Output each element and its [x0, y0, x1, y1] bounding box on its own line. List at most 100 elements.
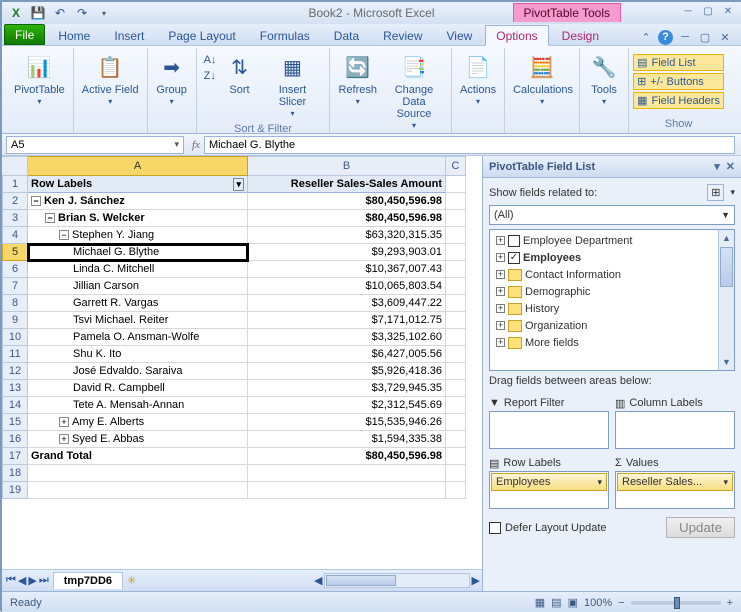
row-header[interactable]: 4 — [2, 227, 28, 244]
cell[interactable] — [446, 397, 466, 414]
pane-close-icon[interactable]: ✕ — [726, 160, 735, 173]
sort-az-button[interactable]: A↓ — [201, 53, 220, 67]
expand-icon[interactable]: + — [496, 321, 505, 330]
tab-review[interactable]: Review — [372, 25, 433, 45]
expand-icon[interactable]: + — [496, 304, 505, 313]
help-icon[interactable]: ? — [658, 30, 673, 45]
cell[interactable] — [446, 414, 466, 431]
area-values[interactable]: Reseller Sales...▾ — [615, 471, 735, 509]
cell[interactable] — [446, 346, 466, 363]
cell[interactable]: −Ken J. Sánchez — [28, 193, 248, 210]
tab-insert[interactable]: Insert — [103, 25, 155, 45]
cell[interactable]: −Stephen Y. Jiang — [28, 227, 248, 244]
cell[interactable]: Grand Total — [28, 448, 248, 465]
row-header[interactable]: 7 — [2, 278, 28, 295]
cell[interactable]: $63,320,315.35 — [248, 227, 446, 244]
tab-design[interactable]: Design — [551, 25, 610, 45]
fx-icon[interactable]: fx — [192, 139, 200, 151]
cell[interactable] — [446, 210, 466, 227]
field-item[interactable]: +Contact Information — [492, 266, 732, 283]
cell[interactable] — [446, 244, 466, 261]
new-sheet-icon[interactable]: ✳ — [127, 574, 136, 587]
cell[interactable] — [446, 482, 466, 499]
cell[interactable]: Michael G. Blythe — [28, 244, 248, 261]
field-checkbox[interactable] — [508, 235, 520, 247]
value-pill-reseller-sales[interactable]: Reseller Sales...▾ — [617, 473, 733, 491]
workbook-restore-icon[interactable]: ▢ — [697, 29, 713, 45]
view-normal-icon[interactable]: ▦ — [535, 596, 545, 609]
restore-button[interactable]: ▢ — [699, 4, 717, 18]
view-layout-icon[interactable]: ▤ — [551, 596, 561, 609]
area-report-filter[interactable] — [489, 411, 609, 449]
cell[interactable] — [446, 448, 466, 465]
refresh-button[interactable]: 🔄Refresh▾ — [334, 50, 381, 110]
cell[interactable]: $2,312,545.69 — [248, 397, 446, 414]
cell[interactable] — [446, 193, 466, 210]
row-header[interactable]: 17 — [2, 448, 28, 465]
expand-icon[interactable]: + — [59, 417, 69, 427]
field-item[interactable]: +Organization — [492, 317, 732, 334]
cell[interactable]: $80,450,596.98 — [248, 193, 446, 210]
sort-button[interactable]: ⇅Sort — [219, 50, 259, 98]
cell[interactable] — [446, 329, 466, 346]
tab-formulas[interactable]: Formulas — [249, 25, 321, 45]
field-checkbox[interactable]: ✓ — [508, 252, 520, 264]
save-button[interactable]: 💾 — [28, 4, 48, 22]
row-header[interactable]: 2 — [2, 193, 28, 210]
row-header[interactable]: 16 — [2, 431, 28, 448]
cell[interactable]: $10,367,007.43 — [248, 261, 446, 278]
cell[interactable]: Row Labels▾ — [28, 176, 248, 193]
cell[interactable]: $80,450,596.98 — [248, 210, 446, 227]
last-sheet-icon[interactable]: ⏭ — [39, 574, 49, 587]
cell[interactable] — [446, 312, 466, 329]
minimize-button[interactable]: ─ — [679, 4, 697, 18]
cell[interactable] — [446, 363, 466, 380]
cell[interactable]: $80,450,596.98 — [248, 448, 446, 465]
expand-icon[interactable]: + — [496, 287, 505, 296]
row-header[interactable]: 8 — [2, 295, 28, 312]
cell[interactable]: −Brian S. Welcker — [28, 210, 248, 227]
row-header[interactable]: 10 — [2, 329, 28, 346]
expand-icon[interactable]: − — [45, 213, 55, 223]
row-header[interactable]: 15 — [2, 414, 28, 431]
close-button[interactable]: ✕ — [719, 4, 737, 18]
tab-view[interactable]: View — [436, 25, 484, 45]
cell[interactable] — [446, 380, 466, 397]
active-field-button[interactable]: 📋Active Field▾ — [78, 50, 143, 110]
update-button[interactable]: Update — [666, 517, 735, 538]
cell[interactable] — [248, 465, 446, 482]
row-header[interactable]: 3 — [2, 210, 28, 227]
row-pill-employees[interactable]: Employees▾ — [491, 473, 607, 491]
field-item[interactable]: +History — [492, 300, 732, 317]
tab-file[interactable]: File — [4, 24, 45, 45]
defer-checkbox[interactable] — [489, 522, 501, 534]
sort-za-button[interactable]: Z↓ — [201, 69, 220, 83]
name-box[interactable]: A5▾ — [6, 136, 184, 154]
field-item[interactable]: +✓Employees — [492, 249, 732, 266]
first-sheet-icon[interactable]: ⏮ — [6, 574, 16, 587]
row-header[interactable]: 11 — [2, 346, 28, 363]
row-header[interactable]: 14 — [2, 397, 28, 414]
change-data-source-button[interactable]: 📑Change Data Source▾ — [381, 50, 447, 134]
chevron-down-icon[interactable]: ▾ — [174, 139, 179, 150]
cell[interactable]: $1,594,335.38 — [248, 431, 446, 448]
expand-icon[interactable]: + — [496, 338, 505, 347]
tools-button[interactable]: 🔧Tools▾ — [584, 50, 624, 110]
cell[interactable] — [248, 482, 446, 499]
workbook-close-icon[interactable]: ✕ — [717, 29, 733, 45]
insert-slicer-button[interactable]: ▦Insert Slicer▾ — [259, 50, 325, 122]
excel-icon[interactable]: X — [6, 4, 26, 22]
tab-options[interactable]: Options — [485, 25, 548, 46]
workbook-minimize-icon[interactable]: ─ — [677, 29, 693, 45]
cell[interactable]: $5,926,418.36 — [248, 363, 446, 380]
expand-icon[interactable]: + — [496, 253, 505, 262]
row-header[interactable]: 12 — [2, 363, 28, 380]
calculations-button[interactable]: 🧮Calculations▾ — [509, 50, 575, 110]
field-headers-toggle[interactable]: ▦Field Headers — [633, 92, 724, 109]
row-header[interactable]: 19 — [2, 482, 28, 499]
cell[interactable] — [28, 482, 248, 499]
cell[interactable]: +Syed E. Abbas — [28, 431, 248, 448]
cell[interactable]: Pamela O. Ansman-Wolfe — [28, 329, 248, 346]
cell[interactable]: Tsvi Michael. Reiter — [28, 312, 248, 329]
zoom-slider[interactable] — [631, 601, 721, 605]
